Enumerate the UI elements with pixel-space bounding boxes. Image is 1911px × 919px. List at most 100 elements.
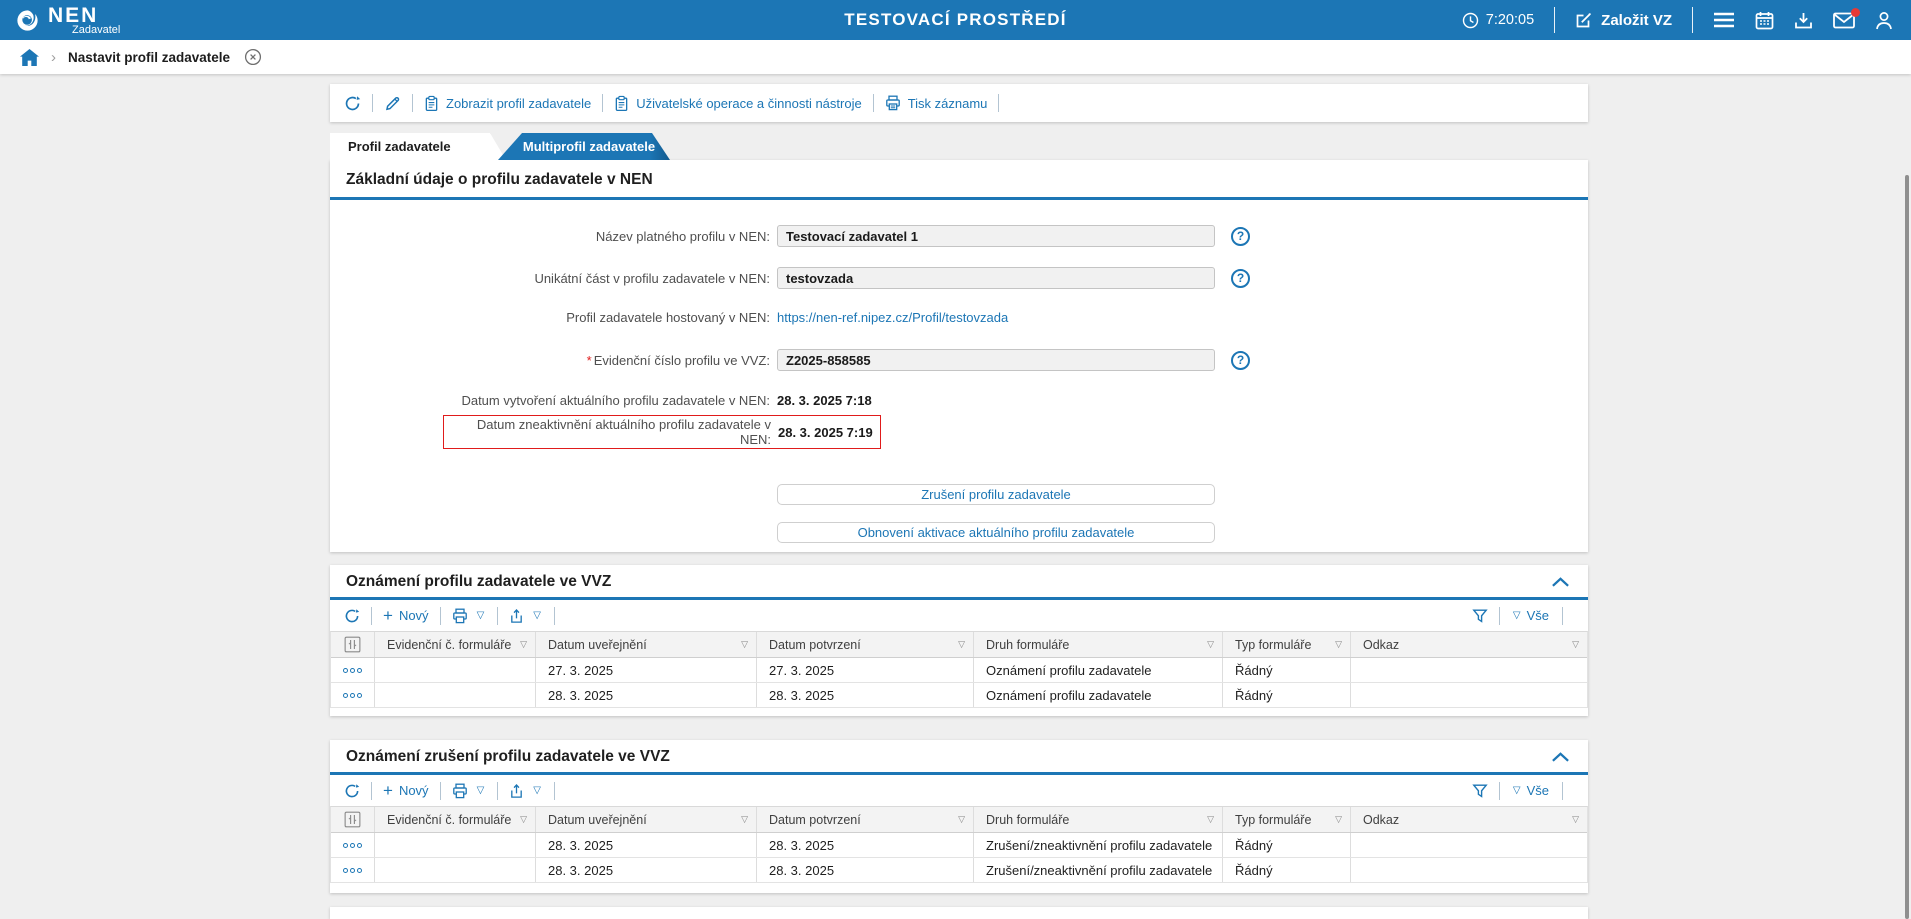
- cell-evidence-number: [375, 858, 536, 882]
- grid-filter-button[interactable]: [1472, 783, 1488, 799]
- toolbar-divider: [998, 94, 999, 112]
- column-filter-icon[interactable]: ▽: [514, 639, 527, 650]
- grid-toolbar: + Nový ▽ ▽ ▽ Vše: [330, 775, 1588, 806]
- close-page-button[interactable]: [244, 48, 262, 66]
- column-filter-icon[interactable]: ▽: [1329, 814, 1342, 825]
- user-button[interactable]: [1875, 11, 1893, 30]
- dropdown-arrow-icon: ▽: [533, 785, 541, 796]
- grid-export-button[interactable]: ▽: [509, 783, 543, 799]
- grid-filter-button[interactable]: [1472, 608, 1488, 624]
- new-record-button[interactable]: + Nový: [383, 608, 429, 623]
- menu-button[interactable]: [1713, 12, 1735, 28]
- cell-form-kind: Oznámení profilu zadavatele: [974, 683, 1223, 707]
- collapse-section-button[interactable]: [1549, 575, 1572, 589]
- row-actions-button[interactable]: [343, 693, 362, 698]
- export-icon: [509, 783, 524, 799]
- vvz-evidence-number-input[interactable]: [777, 349, 1215, 371]
- edit-button[interactable]: [384, 95, 401, 112]
- cell-published-date: 28. 3. 2025: [536, 683, 757, 707]
- form-row: Název platného profilu v NEN: ?: [330, 224, 1588, 248]
- column-filter-icon[interactable]: ▽: [735, 639, 748, 650]
- column-filter-icon[interactable]: ▽: [1201, 639, 1214, 650]
- printer-icon: [452, 783, 468, 799]
- clipboard-icon: [614, 95, 629, 112]
- grid-print-button[interactable]: ▽: [452, 608, 487, 624]
- refresh-button[interactable]: [344, 95, 361, 112]
- show-all-button[interactable]: Vše: [1527, 608, 1549, 623]
- deactivated-date-value: 28. 3. 2025 7:19: [778, 425, 873, 440]
- new-record-button[interactable]: + Nový: [383, 783, 429, 798]
- cell-form-type: Řádný: [1223, 858, 1351, 882]
- cell-confirmed-date: 28. 3. 2025: [757, 833, 974, 857]
- column-filter-icon[interactable]: ▽: [952, 639, 965, 650]
- calendar-button[interactable]: [1755, 11, 1774, 30]
- column-filter-icon[interactable]: ▽: [1566, 639, 1579, 650]
- row-actions-button[interactable]: [343, 868, 362, 873]
- column-filter-icon[interactable]: ▽: [1329, 639, 1342, 650]
- column-settings-button[interactable]: [344, 636, 361, 653]
- table-row[interactable]: 28. 3. 2025 28. 3. 2025 Zrušení/zneaktiv…: [331, 858, 1587, 883]
- field-label: Unikátní část v profilu zadavatele v NEN…: [330, 271, 770, 286]
- table-row[interactable]: 28. 3. 2025 28. 3. 2025 Zrušení/zneaktiv…: [331, 833, 1587, 858]
- table-row[interactable]: 27. 3. 2025 27. 3. 2025 Oznámení profilu…: [331, 658, 1587, 683]
- print-record-action[interactable]: Tisk záznamu: [885, 95, 988, 111]
- cell-published-date: 28. 3. 2025: [536, 858, 757, 882]
- section-title: Základní údaje o profilu zadavatele v NE…: [346, 171, 653, 189]
- field-label: Datum zneaktivnění aktuálního profilu za…: [444, 417, 771, 447]
- profile-url-link[interactable]: https://nen-ref.nipez.cz/Profil/testovza…: [777, 310, 1008, 325]
- help-icon[interactable]: ?: [1231, 227, 1250, 246]
- column-filter-icon[interactable]: ▽: [735, 814, 748, 825]
- page-scrollbar-thumb[interactable]: [1905, 175, 1909, 919]
- column-filter-icon[interactable]: ▽: [514, 814, 527, 825]
- export-icon: [509, 608, 524, 624]
- downloads-button[interactable]: [1794, 11, 1813, 30]
- toolbar-divider: [440, 607, 441, 625]
- printer-icon: [885, 95, 901, 111]
- form-row: Datum vytvoření aktuálního profilu zadav…: [330, 388, 1588, 412]
- dropdown-arrow-icon[interactable]: ▽: [1513, 610, 1521, 621]
- grid-refresh-button[interactable]: [344, 608, 360, 624]
- cell-evidence-number: [375, 683, 536, 707]
- show-profile-action[interactable]: Zobrazit profil zadavatele: [424, 95, 591, 112]
- profile-name-input[interactable]: [777, 225, 1215, 247]
- cell-form-kind: Zrušení/zneaktivnění profilu zadavatele: [974, 833, 1223, 857]
- grid-print-button[interactable]: ▽: [452, 783, 487, 799]
- nen-logo[interactable]: NEN Zadavatel: [0, 5, 120, 36]
- cell-confirmed-date: 28. 3. 2025: [757, 858, 974, 882]
- required-asterisk: *: [587, 353, 592, 368]
- row-actions-button[interactable]: [343, 843, 362, 848]
- plus-icon: +: [383, 784, 393, 797]
- help-icon[interactable]: ?: [1231, 269, 1250, 288]
- table-row[interactable]: 28. 3. 2025 28. 3. 2025 Oznámení profilu…: [331, 683, 1587, 708]
- cancel-profile-button[interactable]: Zrušení profilu zadavatele: [777, 484, 1215, 505]
- cell-published-date: 27. 3. 2025: [536, 658, 757, 682]
- top-bar: NEN Zadavatel TESTOVACÍ PROSTŘEDÍ 7:20:0…: [0, 0, 1911, 40]
- column-label: Odkaz: [1363, 813, 1399, 827]
- column-filter-icon[interactable]: ▽: [952, 814, 965, 825]
- grid-refresh-button[interactable]: [344, 783, 360, 799]
- create-vz-button[interactable]: Založit VZ: [1575, 11, 1672, 29]
- help-icon[interactable]: ?: [1231, 351, 1250, 370]
- profile-unique-part-input[interactable]: [777, 267, 1215, 289]
- row-actions-button[interactable]: [343, 668, 362, 673]
- toolbar-divider: [554, 782, 555, 800]
- grid-export-button[interactable]: ▽: [509, 608, 543, 624]
- topbar-divider: [1554, 7, 1555, 33]
- cell-published-date: 28. 3. 2025: [536, 833, 757, 857]
- show-all-button[interactable]: Vše: [1527, 783, 1549, 798]
- column-filter-icon[interactable]: ▽: [1566, 814, 1579, 825]
- column-filter-icon[interactable]: ▽: [1201, 814, 1214, 825]
- collapse-section-button[interactable]: [1549, 750, 1572, 764]
- nen-logo-icon: [14, 7, 41, 34]
- home-button[interactable]: [20, 49, 39, 66]
- toolbar-divider: [497, 782, 498, 800]
- cell-link: [1351, 658, 1587, 682]
- user-operations-action[interactable]: Uživatelské operace a činnosti nástroje: [614, 95, 861, 112]
- restore-activation-button[interactable]: Obnovení aktivace aktuálního profilu zad…: [777, 522, 1215, 543]
- column-settings-button[interactable]: [344, 811, 361, 828]
- brand-subtitle: Zadavatel: [72, 25, 120, 36]
- tab-multiprofil-zadavatele[interactable]: Multiprofil zadavatele: [498, 133, 670, 160]
- tab-profil-zadavatele[interactable]: Profil zadavatele: [330, 133, 506, 160]
- dropdown-arrow-icon[interactable]: ▽: [1513, 785, 1521, 796]
- messages-button[interactable]: [1833, 12, 1855, 29]
